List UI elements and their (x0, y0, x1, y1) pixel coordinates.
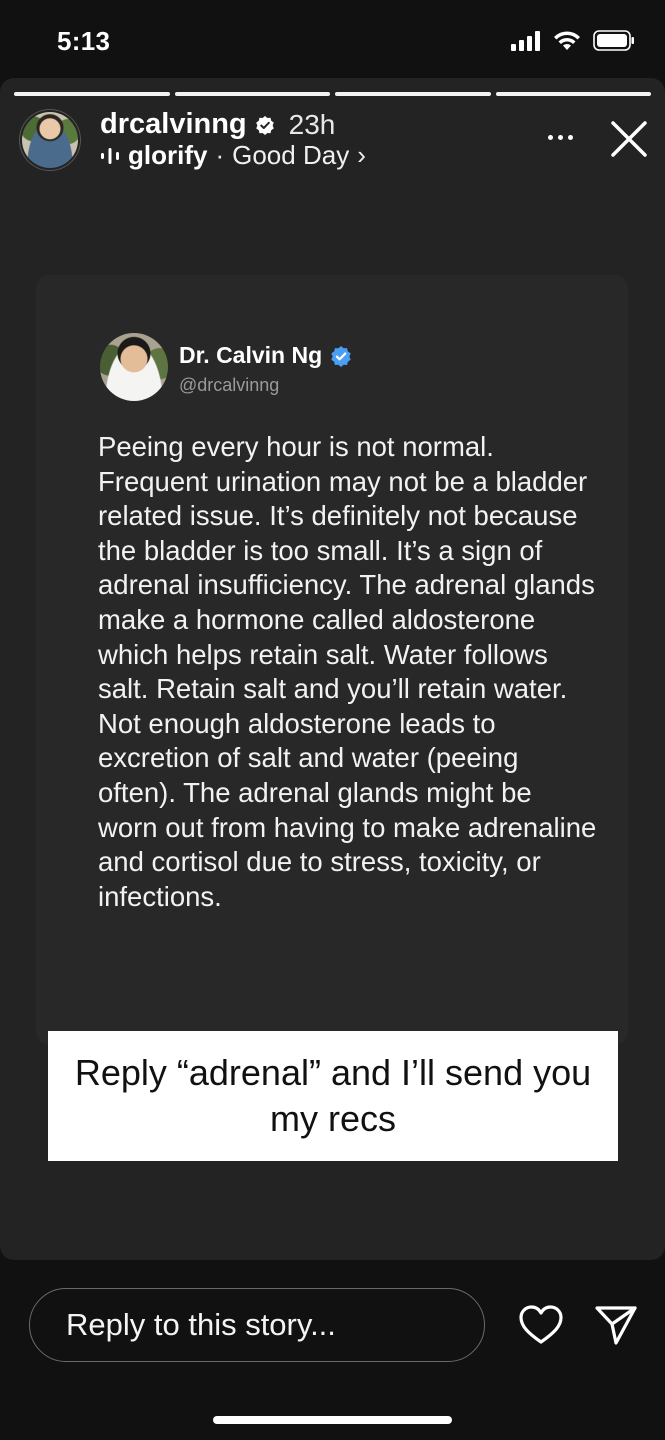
wifi-icon (554, 30, 580, 50)
close-icon[interactable] (606, 116, 652, 162)
send-icon[interactable] (594, 1304, 638, 1346)
author-line: drcalvinng 23h (100, 108, 335, 141)
verified-badge-icon (331, 345, 351, 367)
status-icons (511, 30, 635, 51)
author-username[interactable]: drcalvinng (100, 108, 247, 141)
heart-icon[interactable] (518, 1304, 564, 1346)
music-separator: · (215, 140, 225, 170)
music-title: Good Day (232, 140, 350, 170)
audio-waveform-icon (101, 147, 119, 164)
reply-bar: Reply to this story... (0, 1260, 665, 1440)
card-author-name: Dr. Calvin Ng (179, 342, 323, 368)
author-avatar[interactable] (22, 112, 78, 168)
card-body-text: Peeing every hour is not normal. Frequen… (98, 431, 597, 912)
battery-icon (593, 30, 634, 51)
reply-input[interactable]: Reply to this story... (29, 1288, 485, 1362)
story-header: drcalvinng 23h glorify · Good Day › (0, 78, 665, 198)
status-time: 5:13 (57, 26, 111, 56)
post-time: 23h (288, 108, 336, 140)
story-viewer[interactable]: drcalvinng 23h glorify · Good Day › Dr. … (0, 78, 665, 1260)
cellular-signal-icon (511, 30, 540, 51)
card-handle: @drcalvinng (179, 375, 280, 395)
verified-badge-icon (255, 115, 274, 135)
caption-sticker: Reply “adrenal” and I’ll send you my rec… (48, 1031, 618, 1161)
music-attribution[interactable]: glorify · Good Day › (100, 140, 366, 171)
tweet-card: Dr. Calvin Ng @drcalvinng Peeing every h… (36, 275, 628, 1045)
sticker-text: Reply “adrenal” and I’ll send you my rec… (74, 1052, 592, 1139)
status-bar: 5:13 (0, 0, 665, 80)
home-indicator (213, 1416, 452, 1424)
card-name-line: Dr. Calvin Ng (179, 342, 352, 369)
more-options-icon[interactable] (540, 122, 580, 152)
chevron-right-icon: › (357, 140, 366, 170)
music-artist: glorify (128, 140, 208, 170)
card-avatar (100, 333, 168, 401)
